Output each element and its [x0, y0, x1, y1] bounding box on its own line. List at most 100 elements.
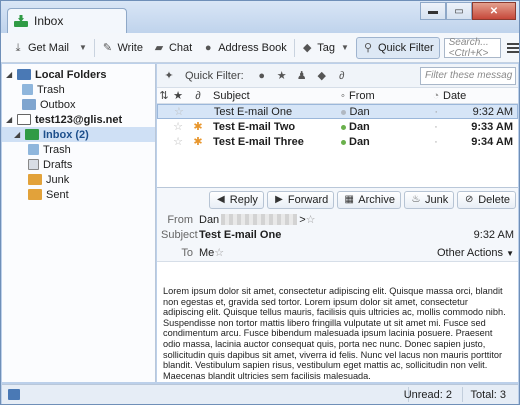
pin-icon[interactable]: ✦: [163, 70, 175, 82]
message-row[interactable]: ☆ ✱ Test E-mail Three Dan · 9:34 AM: [157, 134, 518, 149]
folder-label: Trash: [43, 143, 71, 156]
message-subject: Test E-mail Three: [213, 135, 304, 148]
to-label: To: [181, 246, 193, 259]
reply-button[interactable]: ◀ Reply: [208, 191, 264, 209]
star-icon[interactable]: ☆: [172, 105, 186, 118]
close-button[interactable]: ✕: [472, 2, 516, 20]
folder-label: Local Folders: [35, 68, 107, 81]
junk-status-icon[interactable]: ·: [431, 136, 441, 148]
chat-button[interactable]: ▰ Chat: [148, 37, 197, 59]
tag-label: Tag: [317, 41, 335, 54]
toolbar-separator: [293, 38, 295, 57]
unread-filter-icon[interactable]: ●: [256, 70, 268, 82]
folder-account-trash[interactable]: Trash: [2, 142, 155, 157]
quick-filter-label: Quick Filter: [377, 41, 434, 54]
thread-column-icon[interactable]: ⇅: [157, 89, 171, 102]
folder-outbox[interactable]: Outbox: [2, 97, 155, 112]
delete-icon: ⊘: [465, 194, 474, 205]
window-controls: ▬ ▭ ✕: [420, 2, 516, 20]
reply-icon: ◀: [216, 194, 225, 205]
toolbar-separator: [93, 38, 95, 57]
message-row[interactable]: ☆ ✱ Test E-mail Two Dan · 9:33 AM: [157, 119, 518, 134]
folder-junk[interactable]: Junk: [2, 172, 155, 187]
message-date: 9:33 AM: [471, 120, 513, 133]
tab-inbox[interactable]: Inbox: [7, 8, 127, 33]
sender-name[interactable]: Dan: [199, 214, 219, 226]
folder-label: Outbox: [40, 98, 76, 111]
folder-inbox[interactable]: ◢ Inbox (2): [2, 127, 155, 142]
tag-filter-icon[interactable]: ◆: [316, 70, 328, 82]
connection-icon[interactable]: [8, 389, 20, 400]
message-row[interactable]: ☆ Test E-mail One Dan · 9:32 AM: [157, 104, 518, 119]
presence-icon: [337, 121, 349, 133]
from-column-header[interactable]: From: [349, 90, 431, 102]
star-filter-icon[interactable]: ★: [276, 70, 288, 82]
chevron-down-icon: ▼: [341, 42, 349, 52]
star-icon[interactable]: ☆: [171, 120, 185, 133]
get-mail-dropdown[interactable]: ▼: [74, 37, 92, 59]
unread-indicator-icon[interactable]: ✱: [185, 120, 211, 133]
tag-icon: ◆: [303, 41, 312, 54]
address-book-button[interactable]: ● Address Book: [197, 37, 291, 59]
folder-drafts[interactable]: Drafts: [2, 157, 155, 172]
message-subject: Test E-mail Two: [213, 120, 296, 133]
junk-button[interactable]: ♨ Junk: [403, 191, 455, 209]
unread-indicator-icon[interactable]: ✱: [185, 135, 211, 148]
message-subject: Test E-mail One: [199, 229, 282, 241]
star-icon[interactable]: ☆: [214, 246, 224, 259]
from-row: From Dan > ☆: [161, 213, 316, 227]
computer-icon: [17, 69, 31, 80]
maximize-button[interactable]: ▭: [446, 2, 472, 20]
attachment-filter-icon[interactable]: ∂: [336, 70, 348, 82]
archive-button[interactable]: ▦ Archive: [337, 191, 401, 209]
get-mail-button[interactable]: ⤓ Get Mail: [7, 37, 74, 59]
junk-status-icon[interactable]: ·: [431, 121, 441, 133]
trash-icon: [22, 84, 33, 95]
star-icon[interactable]: ☆: [306, 213, 316, 226]
folder-label: Inbox (2): [43, 128, 89, 141]
folder-local-trash[interactable]: Trash: [2, 82, 155, 97]
message-actions: ◀ Reply ▶ Forward ▦ Archive ♨ Junk ⊘ Delete: [208, 191, 516, 209]
folder-label: test123@glis.net: [35, 113, 123, 126]
folder-account[interactable]: ◢ test123@glis.net: [2, 112, 155, 127]
presence-icon: [337, 136, 349, 148]
quick-filter-button[interactable]: ⚲ Quick Filter: [355, 36, 440, 59]
folder-label: Drafts: [43, 158, 73, 171]
subject-row: Subject Test E-mail One 9:32 AM: [161, 229, 514, 241]
star-icon[interactable]: ☆: [171, 135, 185, 148]
contact-filter-icon[interactable]: ♟: [296, 70, 308, 82]
title-bar: Inbox ▬ ▭ ✕: [1, 1, 519, 33]
address-book-label: Address Book: [218, 41, 287, 54]
status-column-icon[interactable]: ◦: [337, 90, 349, 102]
message-from: Dan: [349, 120, 370, 133]
attachment-column-icon[interactable]: ∂: [185, 90, 211, 102]
delete-button[interactable]: ⊘ Delete: [457, 191, 516, 209]
forward-button[interactable]: ▶ Forward: [266, 191, 335, 209]
app-menu-button[interactable]: [507, 42, 520, 53]
global-search-input[interactable]: Search... <Ctrl+K>: [443, 37, 502, 59]
message-header: ◀ Reply ▶ Forward ▦ Archive ♨ Junk ⊘ Delete F…: [157, 188, 518, 262]
folder-local-folders[interactable]: ◢ Local Folders: [2, 67, 155, 82]
total-count: Total: 3: [470, 389, 506, 401]
filter-icon: ⚲: [363, 41, 373, 54]
folder-sent[interactable]: Sent: [2, 187, 155, 202]
collapse-icon[interactable]: ◢: [6, 70, 14, 79]
junk-status-icon[interactable]: ·: [431, 106, 441, 118]
star-column-icon[interactable]: ★: [171, 89, 185, 102]
message-body: Lorem ipsum dolor sit amet, consectetur …: [163, 286, 506, 381]
redacted-email: [221, 214, 298, 225]
collapse-icon[interactable]: ◢: [14, 130, 22, 139]
inbox-icon: [14, 15, 28, 27]
date-column-header[interactable]: Date: [441, 90, 517, 102]
quick-filter-search-input[interactable]: Filter these messag: [420, 66, 516, 85]
tag-button[interactable]: ◆ Tag ▼: [296, 37, 356, 59]
recipient[interactable]: Me: [199, 247, 214, 259]
subject-column-header[interactable]: Subject: [211, 90, 337, 102]
app-window: Inbox ▬ ▭ ✕ ⤓ Get Mail ▼ ✎ Write ▰ Chat …: [0, 0, 520, 405]
other-actions-button[interactable]: Other Actions ▼: [437, 247, 514, 259]
minimize-button[interactable]: ▬: [420, 2, 446, 20]
junk-column-icon[interactable]: ◔: [431, 90, 441, 102]
write-button[interactable]: ✎ Write: [97, 37, 148, 59]
collapse-icon[interactable]: ◢: [6, 115, 14, 124]
chat-icon: ▰: [154, 41, 164, 54]
